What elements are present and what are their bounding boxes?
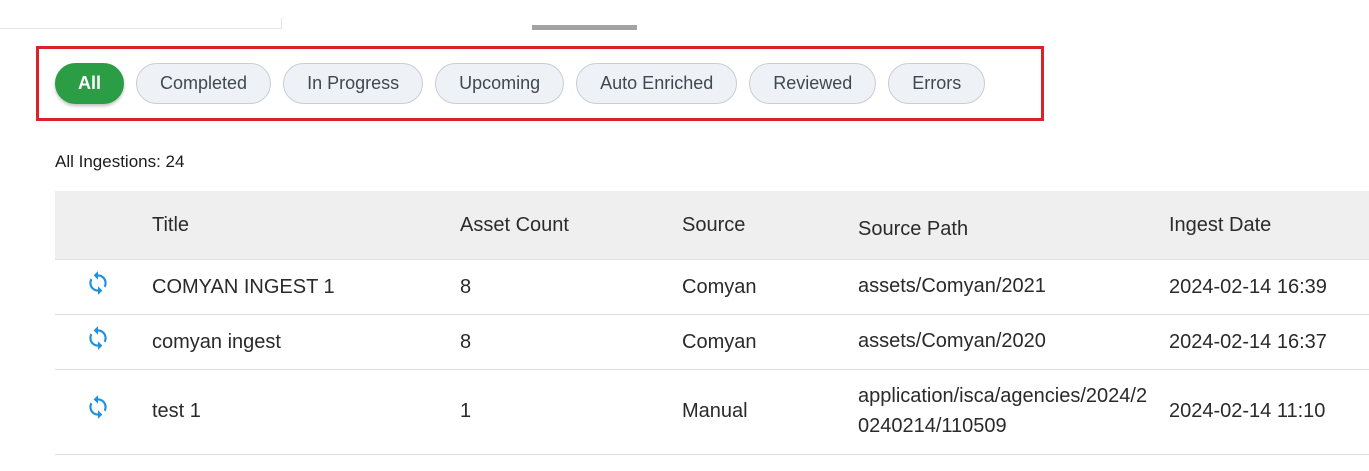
row-asset-count: 8 bbox=[460, 276, 472, 298]
filter-chip-auto-enriched[interactable]: Auto Enriched bbox=[576, 62, 738, 104]
row-source-path: assets/Comyan/2020 bbox=[858, 330, 1046, 352]
table-header: Title Asset Count Source Source Path Ing… bbox=[55, 191, 1369, 260]
row-source-path: application/isca/agencies/2024/20240214/… bbox=[858, 385, 1148, 437]
header-asset-count[interactable]: Asset Count bbox=[460, 214, 569, 237]
table-row[interactable]: comyan ingest 8 Comyan assets/Comyan/202… bbox=[55, 315, 1369, 370]
row-ingest-date: 2024-02-14 11:10 bbox=[1169, 400, 1326, 422]
row-title: COMYAN INGEST 1 bbox=[152, 276, 335, 298]
sync-icon[interactable] bbox=[85, 270, 111, 296]
table-row[interactable]: test 1 1 Manual application/isca/agencie… bbox=[55, 370, 1369, 455]
row-ingest-date: 2024-02-14 16:39 bbox=[1169, 276, 1327, 298]
panel-edge bbox=[0, 18, 282, 29]
row-title: test 1 bbox=[152, 400, 201, 422]
row-asset-count: 8 bbox=[460, 331, 472, 353]
row-source-path: assets/Comyan/2021 bbox=[858, 275, 1046, 297]
filter-chip-completed[interactable]: Completed bbox=[136, 62, 272, 104]
row-source: Manual bbox=[682, 400, 748, 422]
header-source[interactable]: Source bbox=[682, 214, 745, 237]
filter-chip-reviewed[interactable]: Reviewed bbox=[749, 62, 877, 104]
filter-chip-upcoming[interactable]: Upcoming bbox=[435, 62, 565, 104]
row-asset-count: 1 bbox=[460, 400, 472, 422]
table-row[interactable]: COMYAN INGEST 1 8 Comyan assets/Comyan/2… bbox=[55, 260, 1369, 315]
row-title: comyan ingest bbox=[152, 331, 281, 353]
filter-chip-errors[interactable]: Errors bbox=[888, 62, 986, 104]
row-ingest-date: 2024-02-14 16:37 bbox=[1169, 331, 1327, 353]
filter-chip-bar: All Completed In Progress Upcoming Auto … bbox=[55, 62, 986, 104]
row-source: Comyan bbox=[682, 331, 757, 353]
ingestions-table: Title Asset Count Source Source Path Ing… bbox=[55, 191, 1369, 455]
header-ingest-date[interactable]: Ingest Date bbox=[1169, 214, 1271, 237]
sync-icon[interactable] bbox=[85, 394, 111, 420]
filter-chip-in-progress[interactable]: In Progress bbox=[283, 62, 424, 104]
drag-handle[interactable] bbox=[532, 25, 637, 30]
header-source-path[interactable]: Source Path bbox=[858, 214, 1148, 244]
row-source: Comyan bbox=[682, 276, 757, 298]
sync-icon[interactable] bbox=[85, 325, 111, 351]
ingestion-count: All Ingestions: 24 bbox=[55, 152, 185, 171]
header-title[interactable]: Title bbox=[152, 214, 189, 237]
filter-chip-all[interactable]: All bbox=[55, 62, 125, 104]
